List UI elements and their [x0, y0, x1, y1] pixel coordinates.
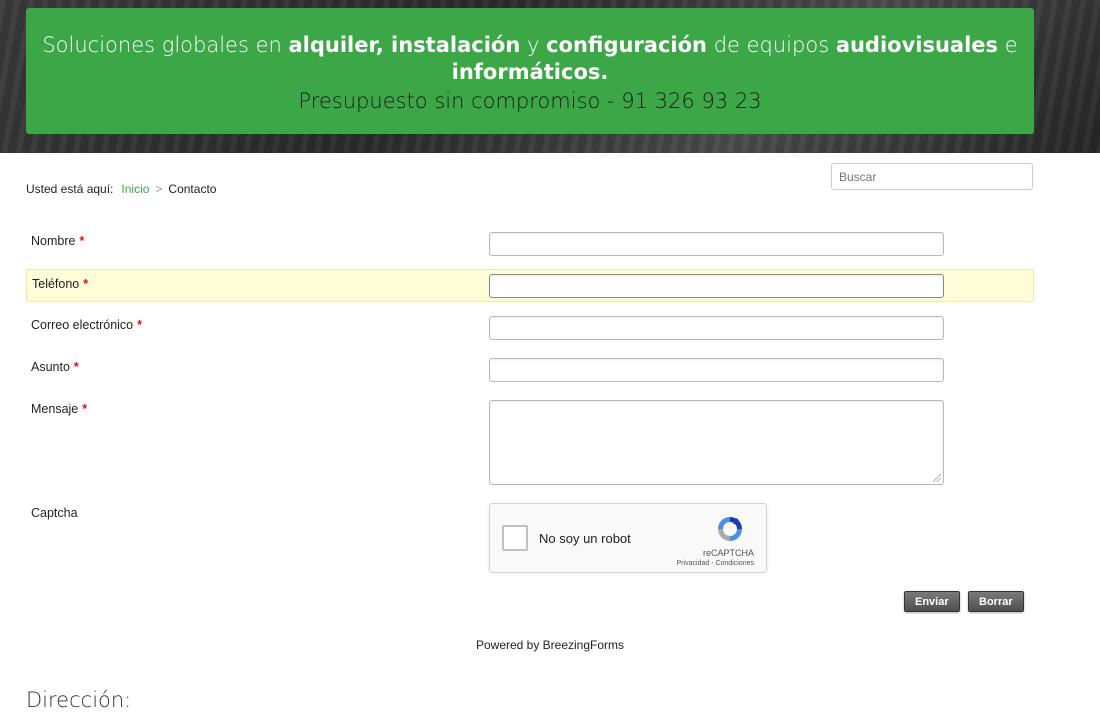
mensaje-textarea[interactable]: [489, 400, 944, 485]
correo-field[interactable]: [489, 316, 944, 340]
breadcrumb-home-link[interactable]: Inicio: [121, 182, 149, 196]
required-marker: *: [137, 318, 143, 332]
recaptcha-checkbox-label[interactable]: No soy un robot: [539, 531, 631, 546]
breadcrumb-current: Contacto: [168, 182, 217, 196]
powered-by-text[interactable]: Powered by BreezingForms: [0, 638, 1100, 652]
correo-label: Correo electrónico *: [31, 318, 143, 332]
address-heading: Dirección:: [26, 688, 132, 712]
borrar-button[interactable]: Borrar: [968, 591, 1024, 612]
promo-banner: Soluciones globales en alquiler, instala…: [26, 8, 1034, 134]
banner-phone-line: Presupuesto sin compromiso - 91 326 93 2…: [298, 89, 762, 113]
recaptcha-brand: reCAPTCHA: [702, 548, 754, 558]
breadcrumb-label: Usted está aquí:: [26, 182, 114, 196]
breadcrumb: Usted está aquí: Inicio > Contacto: [26, 182, 216, 196]
enviar-button[interactable]: Enviar: [904, 591, 960, 612]
nombre-field[interactable]: [489, 232, 944, 256]
required-marker: *: [83, 277, 89, 291]
required-marker: *: [73, 360, 79, 374]
telefono-field[interactable]: [489, 274, 944, 298]
recaptcha-privacy-links[interactable]: Privacidad - Condiciones: [677, 560, 754, 567]
captcha-label: Captcha: [31, 506, 78, 520]
telefono-label: Teléfono *: [32, 277, 89, 291]
banner-line-2: informáticos.: [451, 60, 609, 84]
required-marker: *: [79, 234, 85, 248]
search-input[interactable]: [831, 163, 1033, 190]
recaptcha-checkbox[interactable]: [502, 525, 528, 551]
resize-grip-icon[interactable]: [933, 474, 941, 482]
nombre-label: Nombre *: [31, 234, 85, 248]
asunto-field[interactable]: [489, 358, 944, 382]
required-marker: *: [82, 402, 88, 416]
recaptcha-widget: No soy un robot reCAPTCHA Privacidad - C…: [489, 503, 767, 573]
recaptcha-logo-icon: [718, 517, 742, 541]
breadcrumb-separator: >: [155, 182, 163, 196]
mensaje-label: Mensaje *: [31, 402, 88, 416]
banner-line-1: Soluciones globales en alquiler, instala…: [42, 33, 1018, 57]
asunto-label: Asunto *: [31, 360, 79, 374]
